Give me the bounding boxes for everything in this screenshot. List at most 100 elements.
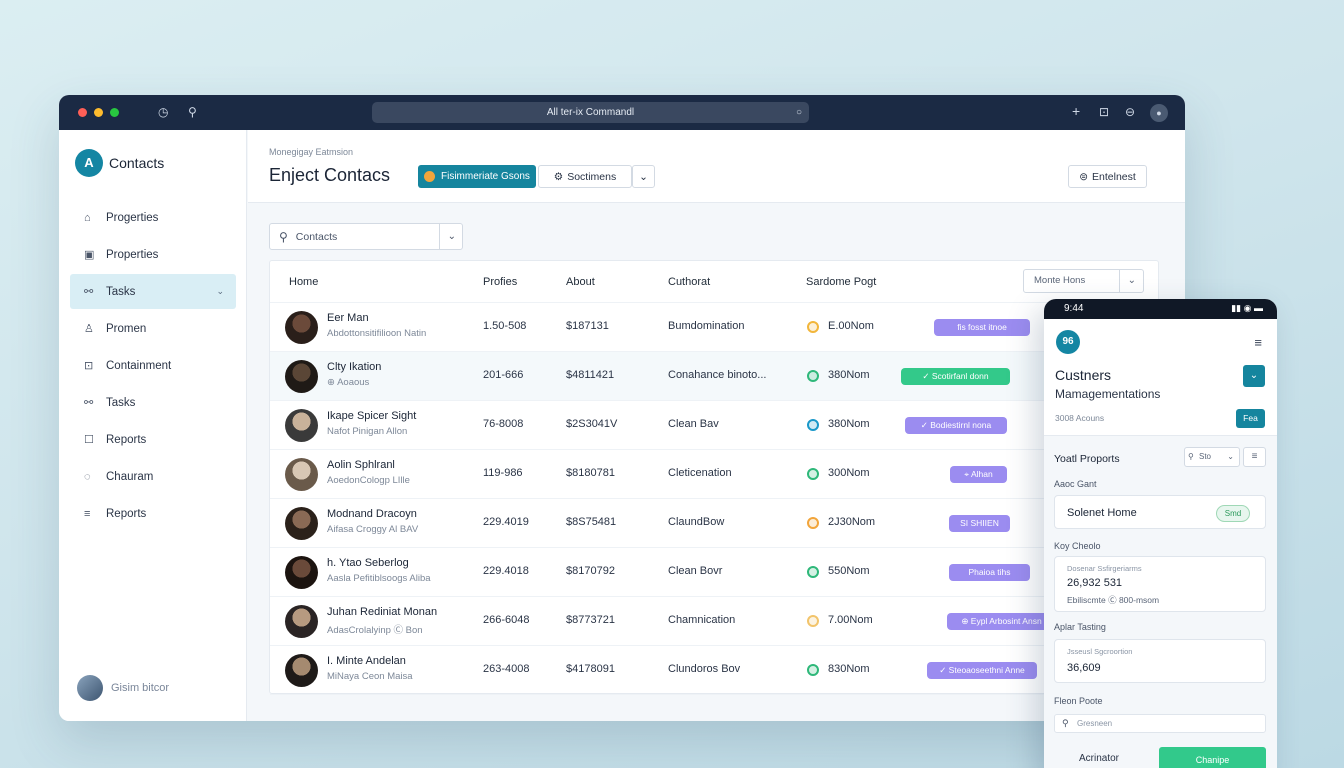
contact-subtitle: AdasCrolalyinp Ⓒ Bon (327, 625, 423, 636)
mobile-select-value: Sto (1199, 452, 1212, 461)
avatar (285, 458, 318, 491)
table-row[interactable]: Modnand Dracoyn Aifasa Croggy Al BAV 229… (270, 499, 1158, 548)
about-cell: $8S75481 (566, 516, 617, 528)
plus-icon[interactable]: + (1072, 103, 1080, 119)
chevron-down-icon[interactable]: ⌄ (448, 231, 456, 242)
square-icon: ☐ (84, 434, 94, 446)
status-badge[interactable]: SI SHIIEN (949, 515, 1010, 532)
brand[interactable]: A Contacts (75, 149, 164, 177)
hamburger-icon[interactable]: ≡ (1254, 335, 1262, 350)
sidebar-item-reports-2[interactable]: ≡ Reports (70, 496, 236, 531)
column-header[interactable]: Profies (483, 276, 517, 288)
secondary-dropdown-button[interactable]: ⌄ (632, 165, 655, 188)
sidebar-item-tasks-2[interactable]: ⚯ Tasks (70, 385, 236, 420)
mobile-input-placeholder: Gresneen (1077, 719, 1113, 728)
column-header[interactable]: About (566, 276, 595, 288)
table-row[interactable]: Juhan Rediniat Monan AdasCrolalyinp Ⓒ Bo… (270, 597, 1158, 646)
contact-name[interactable]: Eer Man (327, 312, 369, 324)
status-badge[interactable]: fis fosst itnoe (934, 319, 1030, 336)
mobile-card[interactable]: Jsseusl Sgcroortion 36,609 (1054, 639, 1266, 683)
menu-icon: ≡ (84, 507, 91, 520)
status-badge[interactable]: ⌖ Alhan (950, 466, 1007, 483)
mobile-search-input[interactable]: ⚲ Gresneen (1054, 714, 1266, 733)
search-input[interactable]: ⚲ Contacts ⌄ (269, 223, 463, 250)
category-cell: ClaundBow (668, 516, 725, 528)
profile-icon[interactable]: ● (1150, 104, 1168, 122)
profiles-cell: 201-666 (483, 369, 524, 381)
sidebar-item-label: Reports (106, 433, 147, 446)
signal-icon: ▮▮ ◉ ▬ (1231, 303, 1263, 313)
table-body: Eer Man Abdottonsitifilioon Natin 1.50-5… (270, 303, 1158, 695)
current-user[interactable]: Gisim bitcor (77, 675, 169, 701)
sidebar-item-containment[interactable]: ⊡ Containment (70, 348, 236, 383)
status-badge[interactable]: ✓ Bodiestirnl nona (905, 417, 1007, 434)
status-badge[interactable]: ✓ Steoaoseethni Anne (927, 662, 1037, 679)
contact-name[interactable]: h. Ytao Seberlog (327, 557, 409, 569)
category-cell: Clundoros Bov (668, 663, 741, 675)
search-icon[interactable]: ⚲ (188, 105, 197, 119)
right-button[interactable]: ⊜ Entelnest (1068, 165, 1147, 188)
address-text: All ter-ix Commandl (546, 107, 635, 118)
table-row[interactable]: Aolin Sphlranl AoedonCologp LIlle 119-98… (270, 450, 1158, 499)
mobile-card[interactable]: Dosenar Ssfirgeriarms 26,932 531 Ebilisc… (1054, 556, 1266, 612)
minimize-window-button[interactable] (94, 108, 103, 117)
status-badge[interactable]: ✓ Scotirfanl donn (901, 368, 1010, 385)
contact-name[interactable]: Clty Ikation (327, 361, 381, 373)
mobile-small-button[interactable]: Fea (1236, 409, 1265, 428)
sidebar-item-reports[interactable]: ☐ Reports (70, 422, 236, 457)
table-row[interactable]: Clty Ikation ⊕ Aoaous 201-666 $4811421 C… (270, 352, 1158, 401)
mobile-card[interactable]: Solenet Home Smd (1054, 495, 1266, 529)
column-header[interactable]: Cuthorat (668, 276, 710, 288)
mobile-footer-button[interactable]: Chanipe (1159, 747, 1266, 768)
contact-name[interactable]: I. Minte Andelan (327, 655, 406, 667)
status-dot-icon (807, 615, 819, 627)
clock-icon[interactable]: ◷ (158, 105, 168, 119)
column-header[interactable]: Sardome Pogt (806, 276, 876, 288)
about-cell: $8180781 (566, 467, 615, 479)
sidebar-item-label: Progerties (106, 211, 159, 224)
primary-button[interactable]: Fisimmeriate Gsons (418, 165, 536, 188)
reload-icon[interactable]: ○ (796, 102, 802, 123)
tasks-icon: ⚯ (84, 397, 94, 409)
sidebar-item-label: Tasks (106, 396, 136, 409)
mobile-search-select[interactable]: Sto ⚲ ⌄ (1184, 447, 1240, 467)
address-bar[interactable]: All ter-ix Commandl ○ (372, 102, 809, 123)
lock-icon[interactable]: ⊡ (1099, 105, 1109, 119)
contact-name[interactable]: Aolin Sphlranl (327, 459, 395, 471)
maximize-window-button[interactable] (110, 108, 119, 117)
contact-name[interactable]: Juhan Rediniat Monan (327, 606, 437, 618)
owner-cell: 7.00Nom (828, 614, 873, 626)
avatar (285, 507, 318, 540)
status-badge[interactable]: ⊕ Eypl Arbosint Ansn (947, 613, 1056, 630)
sidebar-item-progerties[interactable]: ⌂ Progerties (70, 200, 236, 235)
column-header[interactable]: Home (289, 276, 318, 288)
sidebar-item-promen[interactable]: ♙ Promen (70, 311, 236, 346)
sidebar-item-tasks[interactable]: ⚯ Tasks ⌄ (70, 274, 236, 309)
breadcrumb[interactable]: Monegigay Eatmsion (269, 147, 353, 157)
mobile-footer-link[interactable]: Acrinator (1079, 753, 1119, 764)
avatar (285, 311, 318, 344)
chat-icon: ◌ (84, 470, 91, 483)
contact-subtitle: Nafot Pinigan Allon (327, 426, 408, 437)
mobile-card-text: Solenet Home (1067, 507, 1137, 519)
mobile-dropdown-button[interactable]: ⌄ (1243, 365, 1265, 387)
status-dot-icon (807, 370, 819, 382)
table-row[interactable]: h. Ytao Seberlog Aasla Pefitiblsoogs Ali… (270, 548, 1158, 597)
table-row[interactable]: Eer Man Abdottonsitifilioon Natin 1.50-5… (270, 303, 1158, 352)
share-icon[interactable]: ⊖ (1125, 105, 1135, 119)
mobile-menu-button[interactable]: ≡ (1243, 447, 1266, 467)
avatar (285, 360, 318, 393)
contact-name[interactable]: Ikape Spicer Sight (327, 410, 416, 422)
table-row[interactable]: Ikape Spicer Sight Nafot Pinigan Allon 7… (270, 401, 1158, 450)
about-cell: $8773721 (566, 614, 615, 626)
secondary-button[interactable]: ⚙ Soctimens (538, 165, 632, 188)
contact-name[interactable]: Modnand Dracoyn (327, 508, 417, 520)
table-row[interactable]: I. Minte Andelan MiNaya Ceon Maisa 263-4… (270, 646, 1158, 695)
filter-select[interactable]: Monte Hons ⌄ (1023, 269, 1144, 293)
profiles-cell: 229.4019 (483, 516, 529, 528)
sidebar-item-chauram[interactable]: ◌ Chauram (70, 459, 236, 494)
mobile-section-title: Yoatl Proports (1054, 453, 1120, 465)
status-badge[interactable]: Phaioa tihs (949, 564, 1030, 581)
sidebar-item-properties[interactable]: ▣ Properties (70, 237, 236, 272)
close-window-button[interactable] (78, 108, 87, 117)
